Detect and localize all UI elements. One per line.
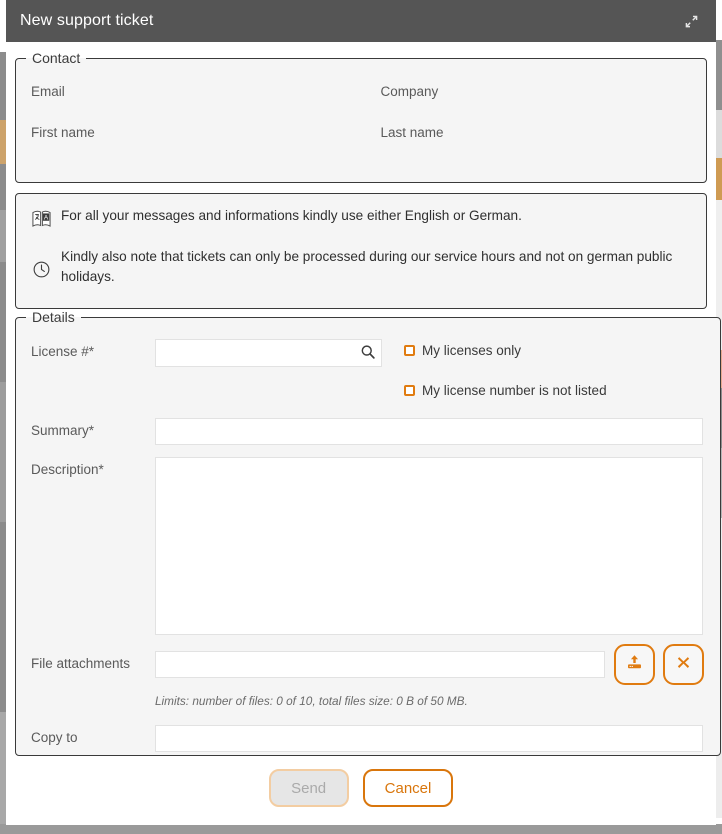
svg-text:A: A [43,214,48,221]
license-input[interactable] [155,339,382,367]
dialog-footer: Send Cancel [15,756,707,820]
summary-input[interactable] [155,418,703,445]
summary-row: Summary* [31,418,704,445]
copy-to-label: Copy to [31,725,155,745]
my-licenses-only-checkbox[interactable] [404,345,415,356]
notice-language: A For all your messages and informations… [30,206,692,229]
dialog-titlebar: New support ticket [6,0,716,42]
description-textarea[interactable] [155,457,703,635]
email-label: Email [31,84,361,99]
contact-section: Contact Email Company First name Last na… [15,50,707,183]
license-not-listed-checkbox-row[interactable]: My license number is not listed [404,383,607,398]
cancel-button[interactable]: Cancel [363,769,454,807]
search-icon[interactable] [360,344,376,360]
copy-to-input[interactable] [155,725,703,752]
notice-service-hours-text: Kindly also note that tickets can only b… [61,247,692,286]
license-row: License #* [31,339,704,398]
upload-button[interactable] [614,644,655,685]
dialog-title: New support ticket [20,12,153,30]
license-not-listed-label: My license number is not listed [422,383,607,398]
clear-attachments-button[interactable] [663,644,704,685]
my-licenses-only-label: My licenses only [422,343,521,358]
file-attachments-row: File attachments [31,651,704,685]
file-attachments-input[interactable] [155,651,605,678]
description-row: Description* [31,457,704,635]
first-name-label: First name [31,125,361,140]
upload-icon [626,654,643,676]
notice-service-hours: Kindly also note that tickets can only b… [30,247,692,286]
my-licenses-only-checkbox-row[interactable]: My licenses only [404,343,607,358]
clock-icon [30,258,52,280]
notices-panel: A For all your messages and informations… [15,193,707,309]
details-section: Details License #* [15,309,721,756]
description-label: Description* [31,457,155,477]
license-checkbox-group: My licenses only My license number is no… [404,339,607,398]
summary-label: Summary* [31,418,155,438]
translate-language-icon: A [30,207,52,229]
dialog-body: Contact Email Company First name Last na… [6,42,716,820]
notice-language-text: For all your messages and informations k… [61,206,522,226]
attachment-limits-text: Limits: number of files: 0 of 10, total … [155,694,704,708]
expand-arrows-icon[interactable] [682,12,700,30]
company-label: Company [361,84,691,99]
last-name-label: Last name [361,125,691,140]
send-button[interactable]: Send [269,769,349,807]
background-bottom-bar [0,824,722,834]
license-not-listed-checkbox[interactable] [404,385,415,396]
license-label: License #* [31,339,155,359]
file-attachments-label: File attachments [31,651,155,671]
new-support-ticket-dialog: New support ticket Contact Email Company… [6,0,716,825]
close-x-icon [676,655,691,675]
copy-to-row: Copy to [31,725,704,752]
details-legend: Details [26,309,81,325]
contact-legend: Contact [26,50,86,66]
